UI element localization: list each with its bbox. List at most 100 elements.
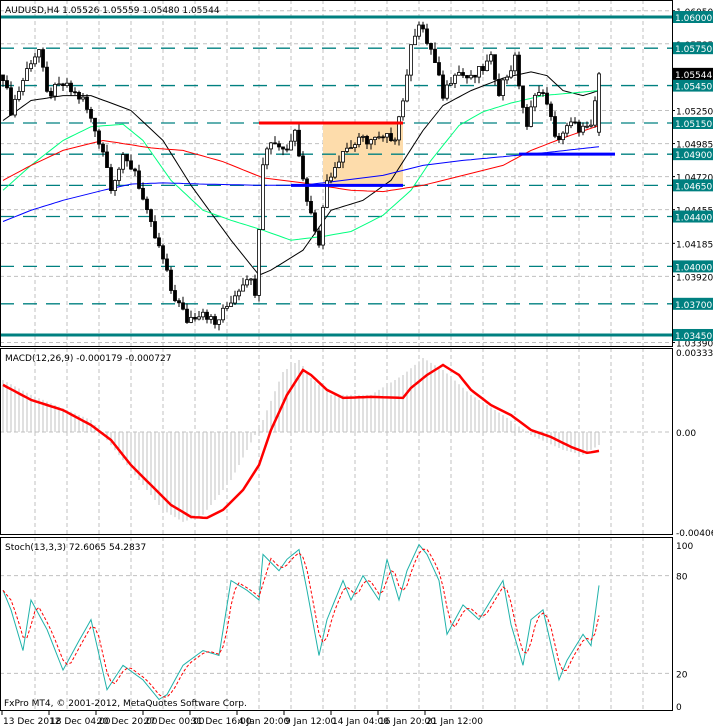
ma-red-line — [2, 125, 600, 193]
candle — [145, 196, 149, 214]
candle — [597, 71, 601, 136]
candle — [301, 151, 305, 182]
candle-body — [433, 48, 437, 63]
candle-body — [533, 94, 537, 108]
candle — [133, 167, 137, 177]
candle — [269, 142, 273, 155]
candle — [53, 82, 57, 101]
candle — [65, 78, 69, 88]
candle-body — [421, 24, 425, 30]
candle-body — [217, 319, 221, 325]
candle-body — [261, 164, 265, 231]
candle-body — [513, 54, 517, 72]
candle-body — [121, 154, 125, 170]
candle-body — [305, 178, 309, 202]
candle — [177, 298, 181, 307]
candle-body — [49, 90, 53, 97]
price-tick-label: 1.03920 — [676, 273, 713, 283]
candle-body — [333, 167, 337, 178]
mt4-chart[interactable]: 1.060501.057851.052501.049851.047201.044… — [0, 0, 713, 728]
candle — [57, 76, 61, 86]
candle-body — [57, 83, 61, 86]
price-panel[interactable] — [0, 15, 672, 337]
candle — [409, 44, 413, 82]
candle — [181, 296, 185, 311]
stoch-tick-label: 80 — [676, 573, 688, 583]
stoch-panel[interactable] — [2, 543, 600, 701]
candle — [321, 205, 325, 250]
current-price-label: 1.05544 — [675, 71, 712, 81]
candle — [109, 163, 113, 194]
candle-body — [361, 136, 365, 138]
candle-body — [197, 316, 201, 320]
candle-body — [117, 168, 121, 181]
candle — [125, 153, 129, 167]
candle-body — [21, 80, 25, 92]
candle — [513, 52, 517, 75]
candle — [557, 132, 561, 144]
stoch-tick-label: 100 — [676, 542, 693, 552]
price-tick-label: 1.04185 — [676, 240, 713, 250]
candle — [441, 70, 445, 101]
candle-body — [537, 92, 541, 96]
candle — [581, 122, 585, 136]
candle-body — [149, 209, 153, 222]
macd-panel[interactable] — [2, 358, 600, 522]
candle-body — [157, 237, 161, 247]
candle-body — [137, 170, 141, 189]
candle-body — [517, 54, 521, 87]
candle — [41, 47, 45, 72]
candle — [497, 73, 501, 97]
candle-body — [129, 160, 133, 170]
candle — [277, 140, 281, 151]
candle — [265, 146, 269, 170]
candle-body — [401, 100, 405, 118]
candle — [149, 208, 153, 227]
candle-body — [97, 130, 101, 145]
candle-body — [457, 72, 461, 76]
candle — [529, 100, 533, 128]
candle-body — [141, 187, 145, 200]
candle-body — [589, 124, 593, 127]
candle — [285, 144, 289, 153]
candle-body — [529, 106, 533, 127]
candle — [77, 90, 81, 104]
candle-body — [25, 68, 29, 81]
candle-body — [133, 168, 137, 172]
candle-body — [221, 307, 225, 321]
candle-body — [33, 56, 37, 65]
candle-body — [113, 180, 117, 191]
candle-body — [301, 155, 305, 180]
candle-body — [373, 136, 377, 141]
candle-body — [329, 176, 333, 182]
candle-body — [201, 311, 205, 318]
candle-body — [109, 167, 113, 191]
candle-body — [253, 278, 257, 296]
candle — [553, 111, 557, 139]
candle — [169, 266, 173, 294]
candle-body — [269, 142, 273, 150]
candle — [521, 85, 525, 114]
candle — [89, 106, 93, 123]
candle — [105, 144, 109, 168]
candle-body — [553, 116, 557, 137]
candle-body — [501, 79, 505, 96]
candle — [405, 69, 409, 103]
candle-body — [369, 139, 373, 145]
candle-body — [297, 129, 301, 157]
candle-body — [281, 146, 285, 150]
candle — [477, 66, 481, 84]
candle — [37, 49, 41, 63]
candle — [445, 80, 449, 101]
macd-tick-label: 0.00 — [676, 429, 696, 439]
candle-body — [317, 230, 321, 246]
candle-body — [181, 302, 185, 310]
candle — [69, 80, 73, 96]
candle — [489, 51, 493, 65]
candle — [249, 277, 253, 286]
price-tag-label: 1.04000 — [675, 263, 712, 273]
candle-body — [337, 161, 341, 168]
candle-body — [449, 82, 453, 86]
candle-body — [229, 302, 233, 307]
candle — [73, 87, 77, 95]
